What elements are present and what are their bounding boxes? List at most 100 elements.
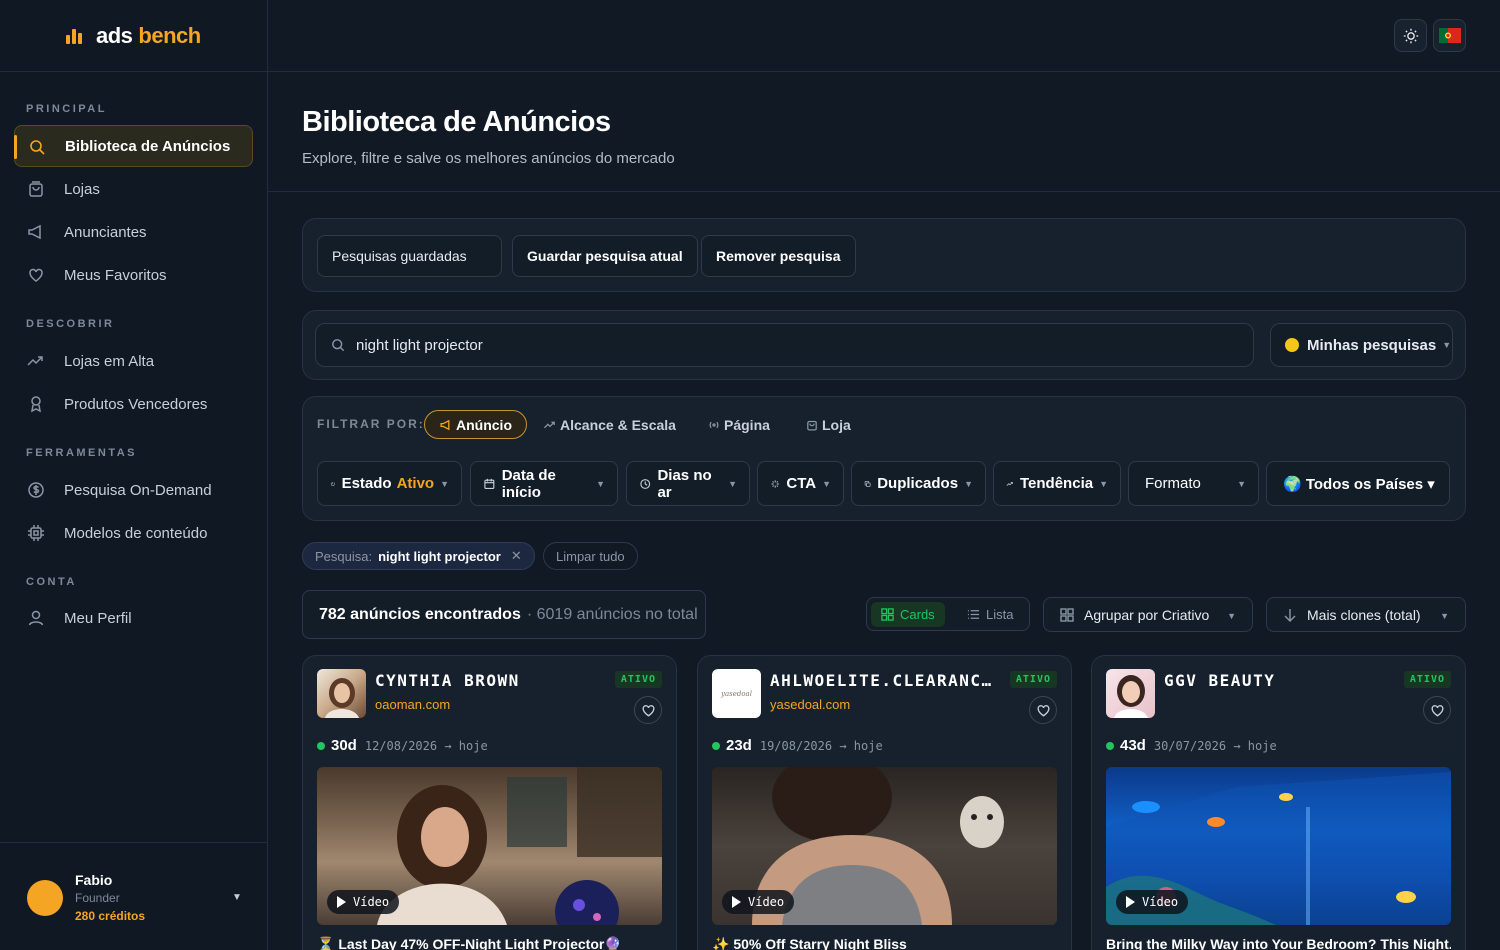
filter-duplicados-dropdown[interactable]: Duplicados ▼ bbox=[851, 461, 986, 506]
filter-tendencia-dropdown[interactable]: Tendência ▼ bbox=[993, 461, 1121, 506]
portugal-flag-icon bbox=[1438, 28, 1461, 43]
remove-search-button[interactable]: Remover pesquisa bbox=[701, 235, 856, 277]
sparkle-icon bbox=[771, 479, 779, 488]
chevron-down-icon: ▼ bbox=[1442, 340, 1452, 350]
tab-pagina[interactable]: Página bbox=[707, 410, 770, 439]
ad-duration: 43d 30/07/2026 → hoje bbox=[1106, 737, 1277, 754]
sidebar-item-favoritos[interactable]: Meus Favoritos bbox=[14, 254, 253, 296]
search-input[interactable]: night light projector bbox=[315, 323, 1254, 367]
heart-icon bbox=[29, 268, 43, 282]
avatar bbox=[27, 880, 63, 916]
filter-label: FILTRAR POR: bbox=[317, 417, 425, 431]
save-search-button[interactable]: Guardar pesquisa atual bbox=[512, 235, 698, 277]
media-type: Vídeo bbox=[1142, 895, 1179, 909]
person-portrait-icon bbox=[1114, 675, 1148, 718]
theme-toggle-button[interactable] bbox=[1394, 19, 1427, 52]
brand-logo[interactable]: ads bench bbox=[0, 0, 267, 72]
ad-card[interactable]: yasedoal AHLWOELITE.CLEARANCE-SALE yased… bbox=[697, 655, 1072, 950]
copy-icon bbox=[864, 480, 871, 487]
filter-dias-no-ar-dropdown[interactable]: Dias no ar ▼ bbox=[626, 461, 750, 506]
video-badge: Vídeo bbox=[722, 890, 795, 914]
days-active: 30d bbox=[331, 737, 357, 754]
chevron-down-icon: ▼ bbox=[822, 478, 831, 489]
video-badge: Vídeo bbox=[1116, 890, 1189, 914]
filter-estado-dropdown[interactable]: Estado Ativo ▼ bbox=[317, 461, 462, 506]
ad-card[interactable]: GGV BEAUTY ATIVO 43d 30/07/2026 → hoje V… bbox=[1091, 655, 1466, 950]
user-menu[interactable]: Fabio Founder 280 créditos ▼ bbox=[0, 842, 267, 950]
app-root: ads bench PRINCIPAL Biblioteca de Anúncio… bbox=[0, 0, 1500, 950]
sidebar-item-anunciantes[interactable]: Anunciantes bbox=[14, 211, 253, 253]
group-by-label: Agrupar por Criativo bbox=[1084, 606, 1210, 623]
favorite-button[interactable] bbox=[1423, 696, 1451, 724]
filter-paises-dropdown[interactable]: 🌍 Todos os Países ▾ bbox=[1266, 461, 1450, 506]
tab-loja[interactable]: Loja bbox=[805, 410, 851, 439]
chevron-down-icon[interactable]: ▼ bbox=[232, 892, 242, 903]
favorite-button[interactable] bbox=[634, 696, 662, 724]
language-button[interactable] bbox=[1433, 19, 1466, 52]
sidebar-item-lojas-em-alta[interactable]: Lojas em Alta bbox=[14, 340, 253, 382]
filter-formato-dropdown[interactable]: Formato ▼ bbox=[1128, 461, 1259, 506]
calendar-icon bbox=[484, 478, 495, 489]
saved-searches-button[interactable]: Pesquisas guardadas bbox=[317, 235, 502, 277]
sidebar-item-label: Anunciantes bbox=[64, 223, 147, 241]
sidebar-item-pesquisa-on-demand[interactable]: Pesquisa On-Demand bbox=[14, 469, 253, 511]
sidebar-item-meu-perfil[interactable]: Meu Perfil bbox=[14, 597, 253, 639]
sidebar: ads bench PRINCIPAL Biblioteca de Anúncio… bbox=[0, 0, 268, 950]
ad-media-thumbnail[interactable]: Vídeo bbox=[1106, 767, 1451, 925]
chevron-down-icon: ▼ bbox=[1227, 611, 1236, 621]
saved-searches-panel: Pesquisas guardadas Guardar pesquisa atu… bbox=[302, 218, 1466, 292]
coin-icon bbox=[1285, 338, 1299, 352]
play-icon bbox=[732, 896, 741, 908]
filter-cta-dropdown[interactable]: CTA ▼ bbox=[757, 461, 844, 506]
date-range: 30/07/2026 → hoje bbox=[1153, 738, 1277, 753]
chevron-down-icon: ▼ bbox=[1237, 478, 1246, 489]
shopping-bag-icon bbox=[807, 420, 817, 431]
view-cards-button[interactable]: Cards bbox=[871, 602, 945, 627]
advertiser-avatar bbox=[317, 669, 366, 718]
active-dot bbox=[317, 741, 325, 750]
user-role: Founder bbox=[75, 891, 120, 905]
filter-label: Estado bbox=[341, 475, 392, 492]
sort-dropdown[interactable]: Mais clones (total) ▼ bbox=[1266, 597, 1466, 632]
play-icon bbox=[337, 896, 346, 908]
chip-icon bbox=[28, 525, 44, 541]
brand-word-2: bench bbox=[138, 22, 201, 48]
ad-media-thumbnail[interactable]: Vídeo bbox=[712, 767, 1057, 925]
ad-media-thumbnail[interactable]: Vídeo bbox=[317, 767, 662, 925]
status-badge: ATIVO bbox=[614, 671, 662, 688]
group-by-dropdown[interactable]: Agrupar por Criativo ▼ bbox=[1043, 597, 1253, 632]
view-list-button[interactable]: Lista bbox=[957, 602, 1023, 627]
ad-title: ⏳ Last Day 47% OFF-Night Light Projector… bbox=[317, 936, 622, 950]
tab-anuncio[interactable]: Anúncio bbox=[424, 410, 527, 439]
chevron-down-icon: ▼ bbox=[1099, 478, 1108, 489]
ad-card[interactable]: CYNTHIA BROWN oaoman.com ATIVO 30d 12/08… bbox=[302, 655, 677, 950]
sidebar-item-produtos-vencedores[interactable]: Produtos Vencedores bbox=[14, 383, 253, 425]
date-range: 12/08/2026 → hoje bbox=[364, 738, 488, 753]
award-icon bbox=[31, 396, 41, 413]
shopping-bag-icon bbox=[29, 181, 43, 197]
grid-icon bbox=[881, 608, 894, 621]
view-toggle: Cards Lista bbox=[866, 597, 1030, 631]
advertiser-name: AHLWOELITE.CLEARANCE-SALE bbox=[770, 671, 1000, 690]
sidebar-item-lojas[interactable]: Lojas bbox=[14, 168, 253, 210]
advertiser-domain[interactable]: yasedoal.com bbox=[770, 697, 850, 712]
trending-up-icon bbox=[543, 421, 555, 428]
heart-icon bbox=[1037, 704, 1049, 717]
sidebar-item-modelos-conteudo[interactable]: Modelos de conteúdo bbox=[14, 512, 253, 554]
view-list-label: Lista bbox=[986, 607, 1014, 622]
section-label-principal: PRINCIPAL bbox=[26, 103, 107, 115]
filter-value: Ativo bbox=[396, 475, 435, 492]
sidebar-item-biblioteca[interactable]: Biblioteca de Anúncios bbox=[14, 125, 253, 167]
sort-label: Mais clones (total) bbox=[1307, 606, 1421, 623]
my-searches-dropdown[interactable]: Minhas pesquisas ▼ bbox=[1270, 323, 1453, 367]
tab-label: Loja bbox=[822, 416, 851, 433]
close-icon[interactable]: ✕ bbox=[511, 548, 522, 564]
tab-alcance-escala[interactable]: Alcance & Escala bbox=[543, 410, 676, 439]
favorite-button[interactable] bbox=[1029, 696, 1057, 724]
section-label-ferramentas: FERRAMENTAS bbox=[26, 447, 138, 459]
clear-all-button[interactable]: Limpar tudo bbox=[543, 542, 638, 570]
filter-data-inicio-dropdown[interactable]: Data de início ▼ bbox=[470, 461, 618, 506]
advertiser-domain[interactable]: oaoman.com bbox=[375, 697, 450, 712]
search-value: night light projector bbox=[356, 336, 483, 354]
page-subtitle: Explore, filtre e salve os melhores anún… bbox=[302, 150, 675, 167]
